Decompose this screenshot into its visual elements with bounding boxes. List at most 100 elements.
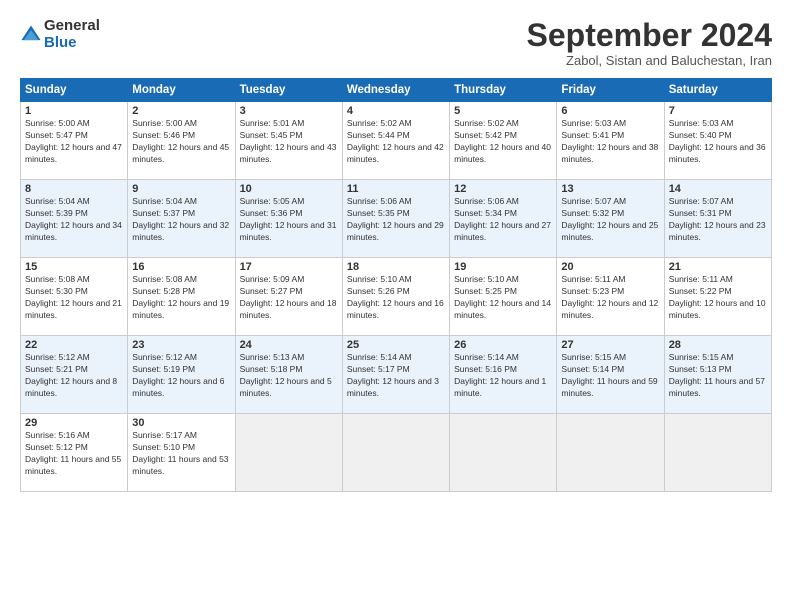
day-info: Sunrise: 5:00 AMSunset: 5:46 PMDaylight:…: [132, 118, 230, 166]
table-row: 21Sunrise: 5:11 AMSunset: 5:22 PMDayligh…: [664, 258, 771, 336]
day-number: 7: [669, 105, 767, 117]
header-saturday: Saturday: [664, 79, 771, 102]
day-number: 2: [132, 105, 230, 117]
day-number: 6: [561, 105, 659, 117]
header-row: SundayMondayTuesdayWednesdayThursdayFrid…: [21, 79, 772, 102]
header-friday: Friday: [557, 79, 664, 102]
table-row: 20Sunrise: 5:11 AMSunset: 5:23 PMDayligh…: [557, 258, 664, 336]
day-number: 11: [347, 183, 445, 195]
table-row: 3Sunrise: 5:01 AMSunset: 5:45 PMDaylight…: [235, 102, 342, 180]
day-number: 22: [25, 339, 123, 351]
day-info: Sunrise: 5:08 AMSunset: 5:28 PMDaylight:…: [132, 274, 230, 322]
table-row: 16Sunrise: 5:08 AMSunset: 5:28 PMDayligh…: [128, 258, 235, 336]
table-row: [235, 414, 342, 492]
day-number: 17: [240, 261, 338, 273]
table-row: 12Sunrise: 5:06 AMSunset: 5:34 PMDayligh…: [450, 180, 557, 258]
day-number: 19: [454, 261, 552, 273]
day-info: Sunrise: 5:08 AMSunset: 5:30 PMDaylight:…: [25, 274, 123, 322]
day-info: Sunrise: 5:15 AMSunset: 5:13 PMDaylight:…: [669, 352, 767, 400]
day-number: 30: [132, 417, 230, 429]
day-number: 25: [347, 339, 445, 351]
day-info: Sunrise: 5:16 AMSunset: 5:12 PMDaylight:…: [25, 430, 123, 478]
table-row: [342, 414, 449, 492]
week-row: 1Sunrise: 5:00 AMSunset: 5:47 PMDaylight…: [21, 102, 772, 180]
day-number: 3: [240, 105, 338, 117]
day-number: 10: [240, 183, 338, 195]
table-row: 15Sunrise: 5:08 AMSunset: 5:30 PMDayligh…: [21, 258, 128, 336]
day-number: 23: [132, 339, 230, 351]
day-info: Sunrise: 5:04 AMSunset: 5:39 PMDaylight:…: [25, 196, 123, 244]
day-number: 4: [347, 105, 445, 117]
day-info: Sunrise: 5:10 AMSunset: 5:26 PMDaylight:…: [347, 274, 445, 322]
header-sunday: Sunday: [21, 79, 128, 102]
table-row: 9Sunrise: 5:04 AMSunset: 5:37 PMDaylight…: [128, 180, 235, 258]
day-number: 9: [132, 183, 230, 195]
day-info: Sunrise: 5:01 AMSunset: 5:45 PMDaylight:…: [240, 118, 338, 166]
header-tuesday: Tuesday: [235, 79, 342, 102]
day-info: Sunrise: 5:12 AMSunset: 5:21 PMDaylight:…: [25, 352, 123, 400]
table-row: 5Sunrise: 5:02 AMSunset: 5:42 PMDaylight…: [450, 102, 557, 180]
logo-blue: Blue: [44, 35, 100, 52]
logo-general: General: [44, 18, 100, 35]
week-row: 15Sunrise: 5:08 AMSunset: 5:30 PMDayligh…: [21, 258, 772, 336]
table-row: [450, 414, 557, 492]
day-number: 13: [561, 183, 659, 195]
logo: General Blue: [20, 18, 100, 51]
table-row: 11Sunrise: 5:06 AMSunset: 5:35 PMDayligh…: [342, 180, 449, 258]
table-row: 4Sunrise: 5:02 AMSunset: 5:44 PMDaylight…: [342, 102, 449, 180]
day-info: Sunrise: 5:11 AMSunset: 5:22 PMDaylight:…: [669, 274, 767, 322]
table-row: 6Sunrise: 5:03 AMSunset: 5:41 PMDaylight…: [557, 102, 664, 180]
table-row: 25Sunrise: 5:14 AMSunset: 5:17 PMDayligh…: [342, 336, 449, 414]
day-info: Sunrise: 5:04 AMSunset: 5:37 PMDaylight:…: [132, 196, 230, 244]
day-number: 16: [132, 261, 230, 273]
day-info: Sunrise: 5:11 AMSunset: 5:23 PMDaylight:…: [561, 274, 659, 322]
day-info: Sunrise: 5:14 AMSunset: 5:17 PMDaylight:…: [347, 352, 445, 400]
week-row: 22Sunrise: 5:12 AMSunset: 5:21 PMDayligh…: [21, 336, 772, 414]
header-monday: Monday: [128, 79, 235, 102]
day-number: 18: [347, 261, 445, 273]
day-info: Sunrise: 5:00 AMSunset: 5:47 PMDaylight:…: [25, 118, 123, 166]
day-info: Sunrise: 5:07 AMSunset: 5:31 PMDaylight:…: [669, 196, 767, 244]
calendar: SundayMondayTuesdayWednesdayThursdayFrid…: [20, 78, 772, 492]
day-info: Sunrise: 5:02 AMSunset: 5:44 PMDaylight:…: [347, 118, 445, 166]
table-row: 1Sunrise: 5:00 AMSunset: 5:47 PMDaylight…: [21, 102, 128, 180]
table-row: 2Sunrise: 5:00 AMSunset: 5:46 PMDaylight…: [128, 102, 235, 180]
table-row: 19Sunrise: 5:10 AMSunset: 5:25 PMDayligh…: [450, 258, 557, 336]
table-row: 27Sunrise: 5:15 AMSunset: 5:14 PMDayligh…: [557, 336, 664, 414]
table-row: 30Sunrise: 5:17 AMSunset: 5:10 PMDayligh…: [128, 414, 235, 492]
table-row: [557, 414, 664, 492]
table-row: 24Sunrise: 5:13 AMSunset: 5:18 PMDayligh…: [235, 336, 342, 414]
day-number: 1: [25, 105, 123, 117]
day-info: Sunrise: 5:17 AMSunset: 5:10 PMDaylight:…: [132, 430, 230, 478]
day-number: 29: [25, 417, 123, 429]
day-number: 5: [454, 105, 552, 117]
table-row: 7Sunrise: 5:03 AMSunset: 5:40 PMDaylight…: [664, 102, 771, 180]
table-row: 10Sunrise: 5:05 AMSunset: 5:36 PMDayligh…: [235, 180, 342, 258]
subtitle: Zabol, Sistan and Baluchestan, Iran: [527, 53, 772, 68]
day-number: 24: [240, 339, 338, 351]
day-info: Sunrise: 5:03 AMSunset: 5:40 PMDaylight:…: [669, 118, 767, 166]
day-number: 8: [25, 183, 123, 195]
day-number: 12: [454, 183, 552, 195]
day-info: Sunrise: 5:09 AMSunset: 5:27 PMDaylight:…: [240, 274, 338, 322]
day-info: Sunrise: 5:13 AMSunset: 5:18 PMDaylight:…: [240, 352, 338, 400]
table-row: [664, 414, 771, 492]
day-info: Sunrise: 5:12 AMSunset: 5:19 PMDaylight:…: [132, 352, 230, 400]
day-number: 15: [25, 261, 123, 273]
title-area: September 2024 Zabol, Sistan and Baluche…: [527, 18, 772, 68]
day-info: Sunrise: 5:10 AMSunset: 5:25 PMDaylight:…: [454, 274, 552, 322]
table-row: 28Sunrise: 5:15 AMSunset: 5:13 PMDayligh…: [664, 336, 771, 414]
day-info: Sunrise: 5:02 AMSunset: 5:42 PMDaylight:…: [454, 118, 552, 166]
table-row: 13Sunrise: 5:07 AMSunset: 5:32 PMDayligh…: [557, 180, 664, 258]
day-info: Sunrise: 5:07 AMSunset: 5:32 PMDaylight:…: [561, 196, 659, 244]
day-info: Sunrise: 5:06 AMSunset: 5:35 PMDaylight:…: [347, 196, 445, 244]
logo-icon: [20, 24, 42, 46]
day-info: Sunrise: 5:05 AMSunset: 5:36 PMDaylight:…: [240, 196, 338, 244]
day-info: Sunrise: 5:15 AMSunset: 5:14 PMDaylight:…: [561, 352, 659, 400]
table-row: 8Sunrise: 5:04 AMSunset: 5:39 PMDaylight…: [21, 180, 128, 258]
table-row: 22Sunrise: 5:12 AMSunset: 5:21 PMDayligh…: [21, 336, 128, 414]
table-row: 29Sunrise: 5:16 AMSunset: 5:12 PMDayligh…: [21, 414, 128, 492]
day-number: 21: [669, 261, 767, 273]
header-wednesday: Wednesday: [342, 79, 449, 102]
day-number: 27: [561, 339, 659, 351]
